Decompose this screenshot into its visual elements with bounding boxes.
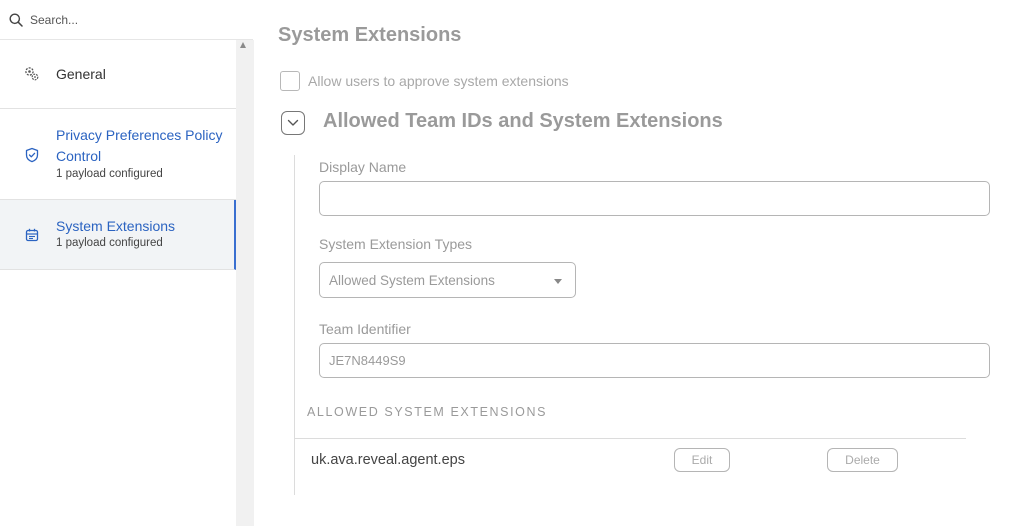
payload-count: 1 payload configured — [56, 168, 163, 180]
extension-bundle-id: uk.ava.reveal.agent.eps — [311, 452, 465, 468]
edit-button[interactable]: Edit — [674, 448, 730, 472]
sidebar-item-label: General — [56, 66, 106, 82]
allowed-extensions-heading: ALLOWED SYSTEM EXTENSIONS — [307, 405, 548, 419]
app-window: General Privacy Preferences Policy Contr… — [0, 0, 1011, 526]
team-identifier-field[interactable] — [319, 343, 990, 378]
payload-count: 1 payload configured — [56, 237, 163, 249]
gears-icon — [25, 67, 39, 81]
allow-users-checkbox[interactable] — [280, 71, 300, 91]
sidebar-item-system-extensions[interactable]: System Extensions 1 payload configured — [0, 200, 236, 270]
sidebar-item-label: Privacy Preferences Policy Control — [56, 127, 223, 164]
extension-types-select[interactable]: Allowed System Extensions — [319, 262, 576, 298]
display-name-label: Display Name — [319, 159, 407, 175]
chevron-down-icon — [287, 119, 299, 126]
list-divider — [295, 438, 966, 439]
sidebar-item-label: System Extensions — [56, 218, 176, 234]
section-collapse-button[interactable] — [281, 111, 305, 135]
extension-types-label: System Extension Types — [319, 236, 473, 252]
section-title: Allowed Team IDs and System Extensions — [323, 110, 723, 132]
extension-icon — [25, 228, 39, 242]
allow-users-label: Allow users to approve system extensions — [308, 73, 569, 89]
page-title: System Extensions — [278, 24, 462, 46]
delete-button[interactable]: Delete — [827, 448, 898, 472]
section-divider — [294, 155, 295, 495]
team-identifier-label: Team Identifier — [319, 321, 411, 337]
scroll-up-arrow-icon[interactable] — [240, 42, 246, 48]
search-input[interactable] — [30, 10, 240, 30]
extension-types-value: Allowed System Extensions — [329, 273, 495, 288]
search-box[interactable] — [0, 0, 253, 40]
sidebar-item-privacy-preferences[interactable]: Privacy Preferences Policy Control 1 pay… — [0, 109, 236, 200]
sidebar: General Privacy Preferences Policy Contr… — [0, 0, 254, 526]
dropdown-arrow-icon — [554, 279, 562, 284]
sidebar-scrollbar[interactable] — [236, 40, 254, 526]
main-panel: System Extensions Allow users to approve… — [254, 0, 1011, 526]
shield-check-icon — [25, 147, 39, 163]
display-name-field[interactable] — [319, 181, 990, 216]
sidebar-item-general[interactable]: General — [0, 40, 236, 109]
search-icon — [9, 13, 23, 27]
